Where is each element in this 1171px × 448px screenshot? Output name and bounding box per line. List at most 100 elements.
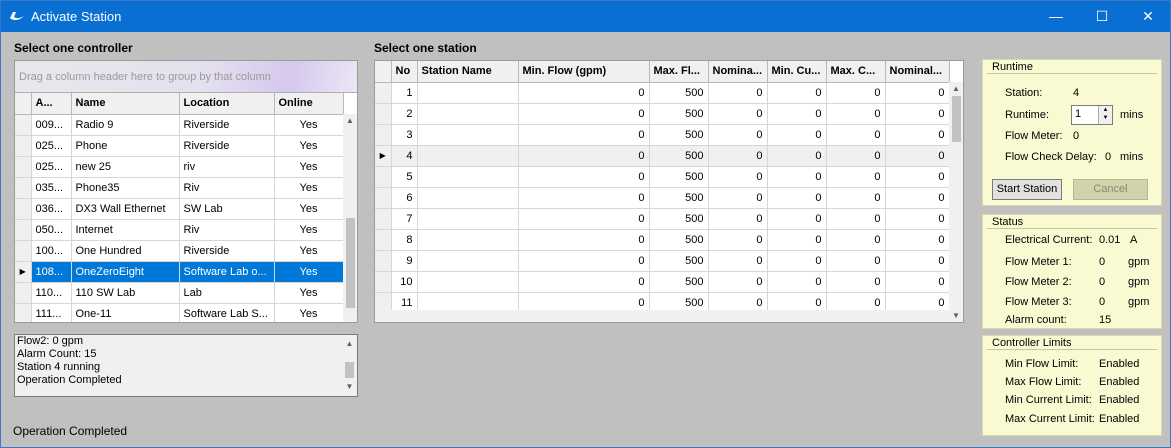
controller-online-cell[interactable]: Yes <box>274 114 344 136</box>
station-no-cell[interactable]: 5 <box>391 166 418 188</box>
column-header-max-current[interactable]: Max. C... <box>826 61 886 83</box>
max-current-cell[interactable]: 0 <box>826 103 886 125</box>
nominal-current-cell[interactable]: 0 <box>885 103 950 125</box>
max-current-cell[interactable]: 0 <box>826 124 886 146</box>
max-flow-cell[interactable]: 500 <box>649 82 709 104</box>
station-no-cell[interactable]: 7 <box>391 208 418 230</box>
start-station-button[interactable]: Start Station <box>992 179 1062 200</box>
controller-address-cell[interactable]: 100... <box>31 240 72 262</box>
station-no-cell[interactable]: 10 <box>391 271 418 293</box>
row-indicator[interactable] <box>375 208 392 230</box>
controller-location-cell[interactable]: riv <box>179 156 275 178</box>
row-indicator[interactable] <box>15 240 32 262</box>
station-name-cell[interactable] <box>417 250 519 272</box>
nominal-current-cell[interactable]: 0 <box>885 250 950 272</box>
controller-row[interactable]: 110... 110 SW Lab Lab Yes <box>15 282 344 304</box>
station-row[interactable]: 1 0 500 0 0 0 0 <box>375 82 950 104</box>
nominal-current-cell[interactable]: 0 <box>885 187 950 209</box>
nominal-current-cell[interactable]: 0 <box>885 208 950 230</box>
controller-row[interactable]: 050... Internet Riv Yes <box>15 219 344 241</box>
row-indicator[interactable] <box>375 82 392 104</box>
nominal-flow-cell[interactable]: 0 <box>708 124 768 146</box>
max-current-cell[interactable]: 0 <box>826 229 886 251</box>
station-horizontal-scrollbar[interactable]: ▼ <box>375 310 963 322</box>
controller-row[interactable]: 009... Radio 9 Riverside Yes <box>15 114 344 136</box>
stepper-arrows-icon[interactable]: ▲ ▼ <box>1098 106 1112 124</box>
min-current-cell[interactable]: 0 <box>767 145 827 167</box>
station-no-cell[interactable]: 8 <box>391 229 418 251</box>
max-flow-cell[interactable]: 500 <box>649 166 709 188</box>
column-header-station-name[interactable]: Station Name <box>417 61 519 83</box>
station-name-cell[interactable] <box>417 229 519 251</box>
column-header-nominal-current[interactable]: Nominal... <box>885 61 950 83</box>
controller-address-cell[interactable]: 111... <box>31 303 72 322</box>
min-flow-cell[interactable]: 0 <box>518 187 650 209</box>
nominal-flow-cell[interactable]: 0 <box>708 82 768 104</box>
station-no-cell[interactable]: 4 <box>391 145 418 167</box>
station-no-cell[interactable]: 1 <box>391 82 418 104</box>
controller-row[interactable]: 025... Phone Riverside Yes <box>15 135 344 157</box>
controller-name-cell[interactable]: OneZeroEight <box>71 261 180 283</box>
row-indicator[interactable] <box>375 187 392 209</box>
row-indicator[interactable] <box>375 124 392 146</box>
max-flow-cell[interactable]: 500 <box>649 124 709 146</box>
controller-location-cell[interactable]: Riverside <box>179 135 275 157</box>
controller-row[interactable]: 036... DX3 Wall Ethernet SW Lab Yes <box>15 198 344 220</box>
min-current-cell[interactable]: 0 <box>767 208 827 230</box>
controller-online-cell[interactable]: Yes <box>274 177 344 199</box>
controller-location-cell[interactable]: Software Lab S... <box>179 303 275 322</box>
current-row-arrow-icon[interactable]: ▶ <box>375 145 392 167</box>
row-indicator[interactable] <box>15 177 32 199</box>
nominal-flow-cell[interactable]: 0 <box>708 229 768 251</box>
controller-row[interactable]: 111... One-11 Software Lab S... Yes <box>15 303 344 322</box>
row-indicator[interactable] <box>15 135 32 157</box>
station-row[interactable]: 7 0 500 0 0 0 0 <box>375 208 950 230</box>
nominal-flow-cell[interactable]: 0 <box>708 145 768 167</box>
station-row[interactable]: 10 0 500 0 0 0 0 <box>375 271 950 293</box>
controller-location-cell[interactable]: SW Lab <box>179 198 275 220</box>
close-button[interactable]: ✕ <box>1125 1 1171 32</box>
station-name-cell[interactable] <box>417 208 519 230</box>
station-name-cell[interactable] <box>417 145 519 167</box>
station-no-cell[interactable]: 9 <box>391 250 418 272</box>
station-name-cell[interactable] <box>417 103 519 125</box>
min-current-cell[interactable]: 0 <box>767 271 827 293</box>
column-header-min-flow[interactable]: Min. Flow (gpm) <box>518 61 650 83</box>
nominal-flow-cell[interactable]: 0 <box>708 250 768 272</box>
row-indicator[interactable] <box>15 282 32 304</box>
station-no-cell[interactable]: 3 <box>391 124 418 146</box>
controller-row[interactable]: 100... One Hundred Riverside Yes <box>15 240 344 262</box>
min-current-cell[interactable]: 0 <box>767 166 827 188</box>
minimize-button[interactable]: — <box>1033 1 1079 32</box>
scroll-up-arrow-icon[interactable]: ▲ <box>343 116 357 125</box>
scroll-up-arrow-icon[interactable]: ▲ <box>342 339 357 348</box>
nominal-flow-cell[interactable]: 0 <box>708 208 768 230</box>
station-vertical-scrollbar[interactable]: ▲ <box>949 82 963 310</box>
scroll-down-arrow-icon[interactable]: ▼ <box>342 382 357 391</box>
controller-scrollbar[interactable]: ▲ <box>343 114 357 322</box>
controller-online-cell[interactable]: Yes <box>274 219 344 241</box>
min-flow-cell[interactable]: 0 <box>518 229 650 251</box>
controller-row[interactable]: 025... new 25 riv Yes <box>15 156 344 178</box>
cancel-button[interactable]: Cancel <box>1073 179 1148 200</box>
controller-online-cell[interactable]: Yes <box>274 198 344 220</box>
nominal-current-cell[interactable]: 0 <box>885 124 950 146</box>
controller-online-cell[interactable]: Yes <box>274 240 344 262</box>
station-name-cell[interactable] <box>417 82 519 104</box>
max-flow-cell[interactable]: 500 <box>649 103 709 125</box>
min-current-cell[interactable]: 0 <box>767 187 827 209</box>
nominal-current-cell[interactable]: 0 <box>885 271 950 293</box>
station-name-cell[interactable] <box>417 271 519 293</box>
min-flow-cell[interactable]: 0 <box>518 124 650 146</box>
controller-address-cell[interactable]: 025... <box>31 156 72 178</box>
nominal-current-cell[interactable]: 0 <box>885 145 950 167</box>
min-current-cell[interactable]: 0 <box>767 82 827 104</box>
station-scrollbar-thumb[interactable] <box>952 96 961 142</box>
max-current-cell[interactable]: 0 <box>826 271 886 293</box>
controller-online-cell[interactable]: Yes <box>274 282 344 304</box>
row-indicator[interactable] <box>15 219 32 241</box>
controller-location-cell[interactable]: Software Lab o... <box>179 261 275 283</box>
station-row[interactable]: 8 0 500 0 0 0 0 <box>375 229 950 251</box>
group-by-panel[interactable]: Drag a column header here to group by th… <box>15 61 357 93</box>
column-header-location[interactable]: Location <box>179 93 275 115</box>
